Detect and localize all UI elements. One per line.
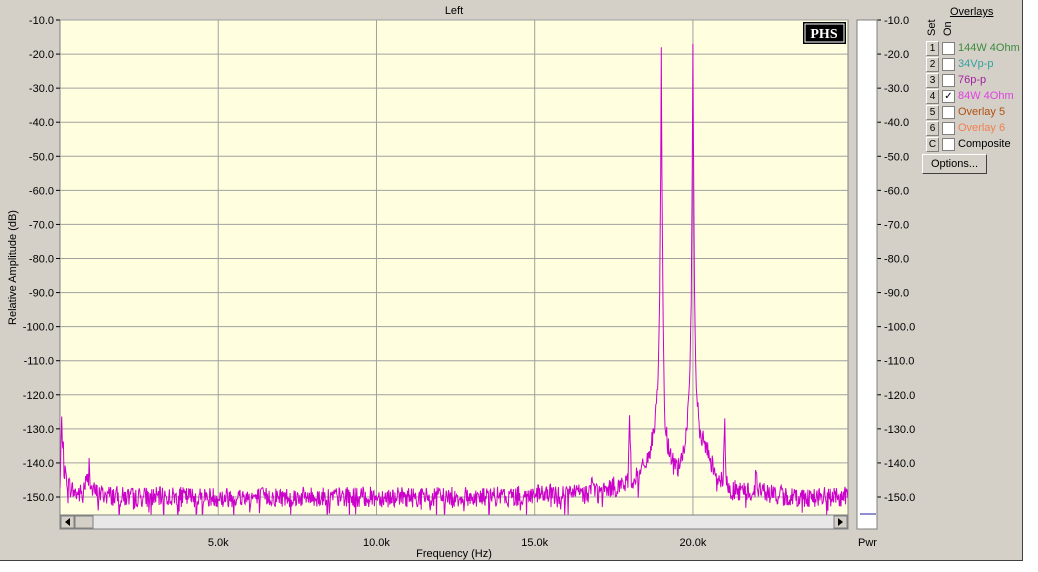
right-y-tick-label: -50.0: [884, 151, 909, 163]
y-axis-label: Relative Amplitude (dB): [7, 210, 19, 325]
chart-title: Left: [445, 5, 463, 17]
scroll-thumb[interactable]: [74, 515, 94, 529]
overlay-set-button[interactable]: 2: [926, 57, 939, 72]
x-axis-label: Frequency (Hz): [416, 548, 492, 560]
y-tick-label: -80.0: [29, 254, 54, 266]
x-tick-label: 15.0k: [521, 537, 548, 549]
y-tick-label: -60.0: [29, 185, 54, 197]
overlay-label: 34Vp-p: [958, 58, 994, 70]
spectrum-chart: -10.0 -10.0 -20.0 -20.0 -30.0 -30.0 -40.0 -40.0…: [7, 5, 915, 560]
x-tick-label: 20.0k: [679, 537, 706, 549]
overlays-title[interactable]: Overlays: [950, 6, 993, 18]
overlay-on-checkbox[interactable]: [942, 106, 955, 119]
overlay-set-button[interactable]: 6: [926, 121, 939, 136]
overlay-row: 3 76p-p: [926, 73, 1022, 88]
overlay-set-button[interactable]: C: [926, 137, 939, 152]
y-tick-label: -10.0: [29, 15, 54, 27]
set-column-header: Set: [926, 19, 938, 36]
right-y-tick-label: -70.0: [884, 219, 909, 231]
on-column-header: On: [942, 21, 954, 36]
y-tick-label: -130.0: [23, 424, 54, 436]
overlay-set-button[interactable]: 4: [926, 89, 939, 104]
y-tick-label: -140.0: [23, 458, 54, 470]
right-y-tick-label: -90.0: [884, 288, 909, 300]
right-y-tick-label: -10.0: [884, 15, 909, 27]
y-tick-label: -110.0: [24, 356, 54, 368]
x-tick-label: 10.0k: [363, 537, 390, 549]
overlay-label: Overlay 6: [958, 122, 1006, 134]
y-tick-label: -120.0: [23, 390, 54, 402]
y-tick-label: -40.0: [29, 117, 54, 129]
overlay-row: C Composite: [926, 137, 1022, 152]
right-y-tick-label: -60.0: [884, 185, 909, 197]
y-tick-label: -70.0: [29, 219, 54, 231]
right-y-tick-label: -30.0: [884, 83, 909, 95]
overlay-label: 144W 4Ohm: [958, 42, 1020, 54]
right-y-tick-label: -150.0: [884, 492, 915, 504]
y-tick-label: -20.0: [29, 49, 54, 61]
overlay-row: 4 ✓ 84W 4Ohm: [926, 89, 1022, 104]
overlay-set-button[interactable]: 3: [926, 73, 939, 88]
plot-area: [59, 19, 849, 516]
x-tick-label: 5.0k: [208, 537, 229, 549]
overlay-on-checkbox[interactable]: [942, 122, 955, 135]
overlay-on-checkbox[interactable]: [942, 74, 955, 87]
overlay-label: 84W 4Ohm: [958, 90, 1014, 102]
right-y-tick-label: -80.0: [884, 254, 909, 266]
overlay-label: Overlay 5: [958, 106, 1006, 118]
overlay-row: 1 144W 4Ohm: [926, 41, 1022, 56]
overlay-label: 76p-p: [958, 74, 987, 86]
y-tick-label: -90.0: [29, 288, 54, 300]
options-button[interactable]: Options...: [922, 154, 987, 174]
power-label: Pwr: [858, 537, 877, 549]
overlay-on-checkbox[interactable]: [942, 58, 955, 71]
right-y-tick-label: -130.0: [884, 424, 915, 436]
y-tick-label: -150.0: [23, 492, 54, 504]
overlay-row: 5 Overlay 5: [926, 105, 1022, 120]
y-tick-label: -30.0: [29, 83, 54, 95]
power-meter: [856, 19, 878, 530]
overlay-on-checkbox[interactable]: [942, 138, 955, 151]
right-y-tick-label: -120.0: [884, 390, 915, 402]
analyzer-window: -10.0 -10.0 -20.0 -20.0 -30.0 -30.0 -40.0 -40.0…: [0, 0, 1023, 561]
h-scrollbar-track[interactable]: [59, 514, 849, 530]
overlay-set-button[interactable]: 5: [926, 105, 939, 120]
right-y-tick-label: -100.0: [884, 322, 915, 334]
overlay-set-button[interactable]: 1: [926, 41, 939, 56]
overlay-on-checkbox[interactable]: [942, 42, 955, 55]
right-y-tick-label: -20.0: [884, 49, 909, 61]
phs-logo-text: PHS: [810, 27, 837, 42]
right-y-tick-label: -140.0: [884, 458, 915, 470]
overlay-row: 2 34Vp-p: [926, 57, 1022, 72]
overlay-row: 6 Overlay 6: [926, 121, 1022, 136]
right-y-tick-label: -110.0: [884, 356, 914, 368]
right-y-tick-label: -40.0: [884, 117, 909, 129]
overlay-on-checkbox[interactable]: ✓: [942, 90, 955, 103]
overlay-label: Composite: [958, 138, 1011, 150]
y-tick-label: -100.0: [23, 322, 54, 334]
y-tick-label: -50.0: [29, 151, 54, 163]
